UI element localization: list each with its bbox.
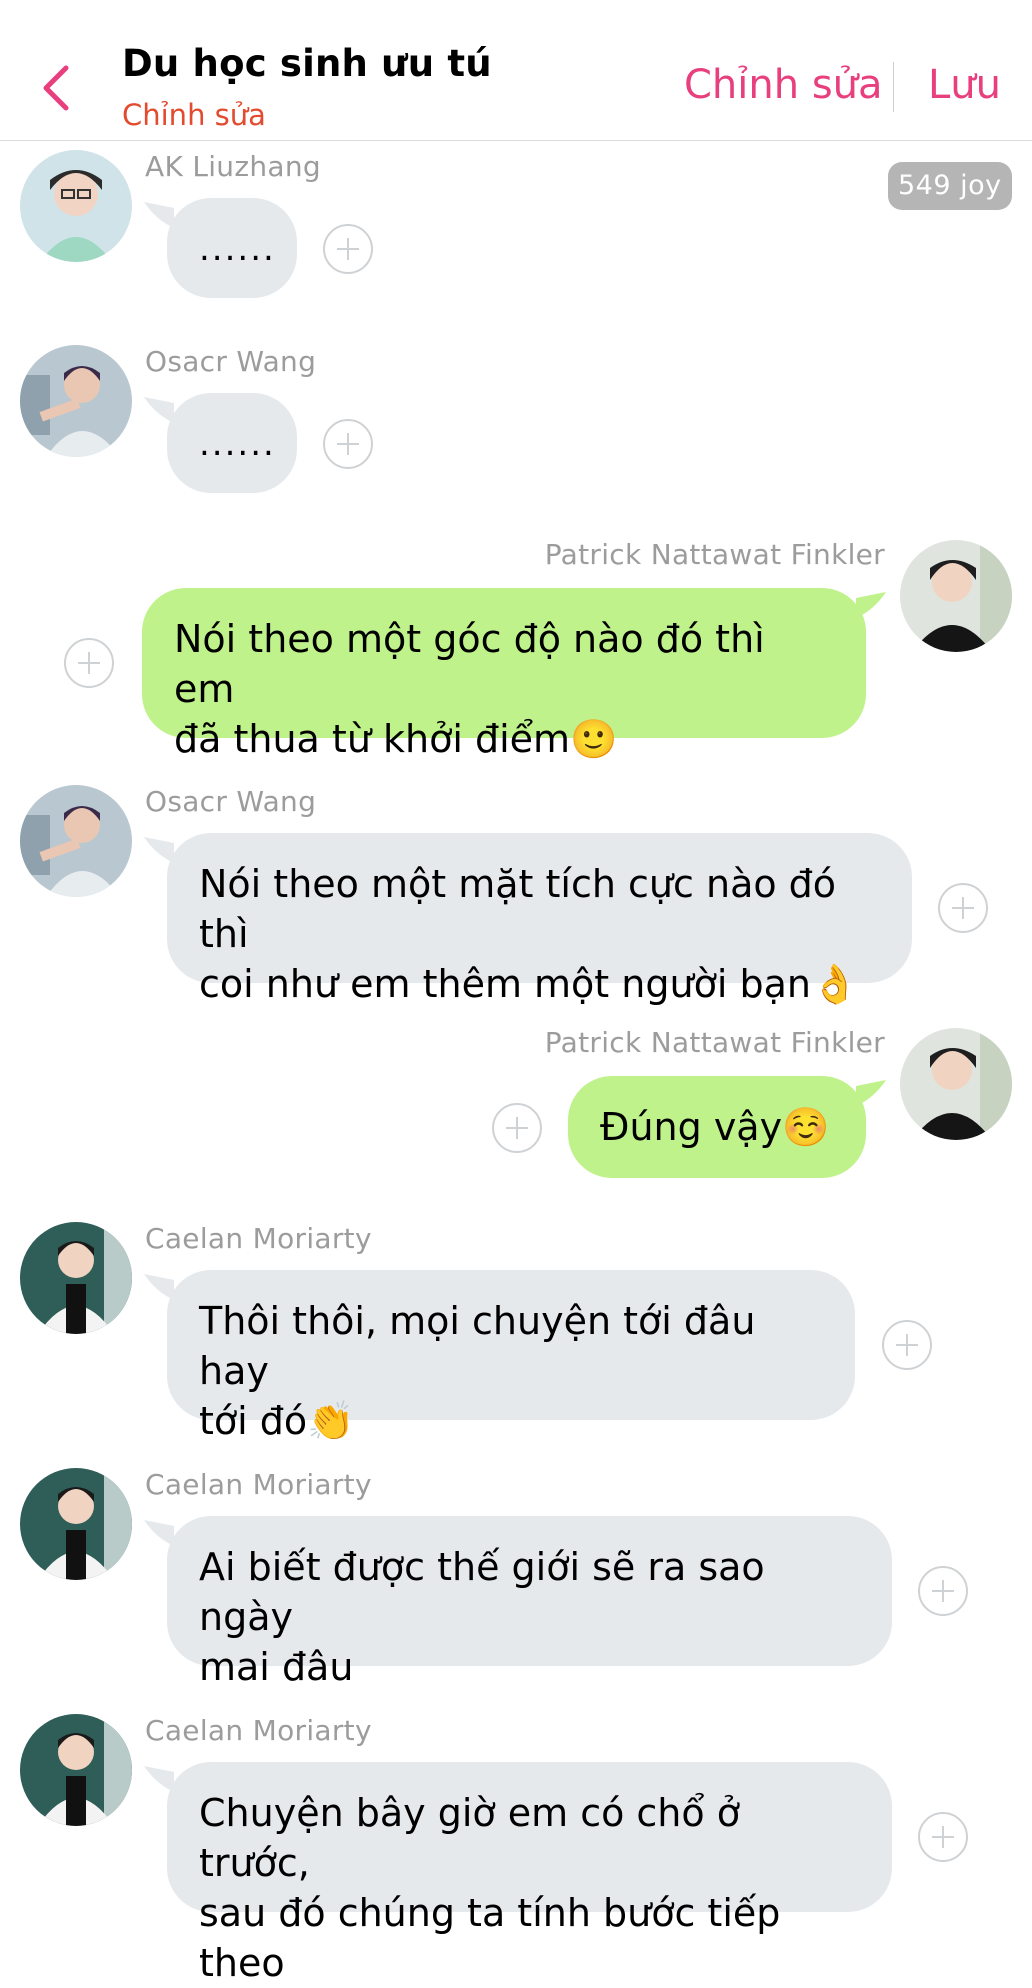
avatar[interactable] bbox=[20, 345, 132, 457]
nav-header: Du học sinh ưu tú Chỉnh sửa Chỉnh sửa Lư… bbox=[0, 0, 1032, 141]
plus-circle-icon[interactable] bbox=[938, 883, 988, 933]
header-divider bbox=[893, 62, 894, 112]
plus-circle-icon[interactable] bbox=[64, 638, 114, 688]
plus-circle-icon[interactable] bbox=[918, 1812, 968, 1862]
message-bubble[interactable]: ...... bbox=[167, 393, 297, 493]
chevron-left-icon[interactable] bbox=[36, 62, 76, 114]
plus-circle-icon[interactable] bbox=[323, 419, 373, 469]
save-button[interactable]: Lưu bbox=[928, 62, 1001, 108]
message-bubble[interactable]: ...... bbox=[167, 198, 297, 298]
chat-title: Du học sinh ưu tú bbox=[122, 42, 492, 85]
plus-circle-icon[interactable] bbox=[918, 1566, 968, 1616]
avatar[interactable] bbox=[20, 1222, 132, 1334]
message-bubble[interactable]: Ai biết được thế giới sẽ ra sao ngày mai… bbox=[167, 1516, 892, 1689]
avatar[interactable] bbox=[20, 785, 132, 897]
chat-subtitle: Chỉnh sửa bbox=[122, 98, 266, 132]
message-bubble[interactable]: Đúng vậy☺️ bbox=[568, 1076, 866, 1178]
joy-badge: 549 joy bbox=[888, 162, 1012, 210]
plus-circle-icon[interactable] bbox=[323, 224, 373, 274]
sender-name: Caelan Moriarty bbox=[145, 1468, 372, 1501]
sender-name: Caelan Moriarty bbox=[145, 1714, 372, 1747]
chat-area: AK Liuzhang ...... Osacr Wang ...... Pat… bbox=[0, 140, 1032, 1985]
avatar[interactable] bbox=[900, 1028, 1012, 1140]
message-bubble[interactable]: Nói theo một mặt tích cực nào đó thì coi… bbox=[167, 833, 912, 1006]
avatar[interactable] bbox=[20, 150, 132, 262]
sender-name: Caelan Moriarty bbox=[145, 1222, 372, 1255]
message-bubble[interactable]: Thôi thôi, mọi chuyện tới đâu hay tới đó… bbox=[167, 1270, 855, 1443]
avatar[interactable] bbox=[900, 540, 1012, 652]
avatar[interactable] bbox=[20, 1468, 132, 1580]
sender-name: AK Liuzhang bbox=[145, 150, 321, 183]
message-bubble[interactable]: Chuyện bây giờ em có chổ ở trước, sau đó… bbox=[167, 1762, 892, 1985]
plus-circle-icon[interactable] bbox=[492, 1103, 542, 1153]
sender-name: Osacr Wang bbox=[145, 345, 317, 378]
sender-name: Patrick Nattawat Finkler bbox=[544, 1026, 885, 1059]
sender-name: Patrick Nattawat Finkler bbox=[544, 538, 885, 571]
sender-name: Osacr Wang bbox=[145, 785, 317, 818]
edit-button[interactable]: Chỉnh sửa bbox=[684, 62, 883, 108]
avatar[interactable] bbox=[20, 1714, 132, 1826]
message-bubble[interactable]: Nói theo một góc độ nào đó thì em đã thu… bbox=[142, 588, 866, 761]
plus-circle-icon[interactable] bbox=[882, 1320, 932, 1370]
